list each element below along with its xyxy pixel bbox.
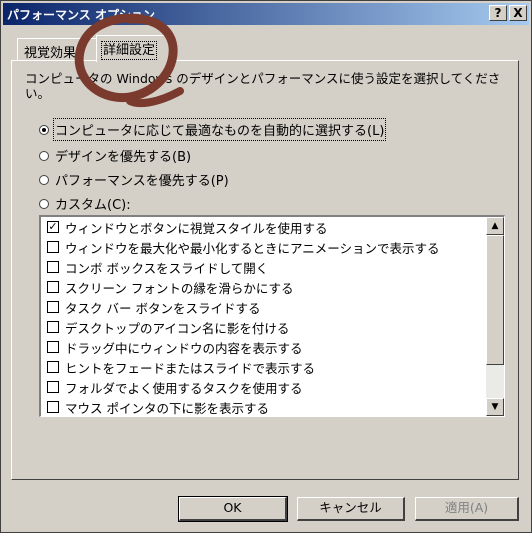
window-title: パフォーマンス オプション [7,7,155,22]
scroll-up-arrow-icon[interactable]: ▲ [486,217,504,235]
list-item[interactable]: ✓ ウィンドウとボタンに視覚スタイルを使用する [41,217,485,237]
apply-button[interactable]: 適用(A) [415,497,519,521]
scroll-down-arrow-icon[interactable]: ▼ [486,398,504,416]
visual-effects-list[interactable]: ✓ ウィンドウとボタンに視覚スタイルを使用する ウィンドウを最大化や最小化するとき… [39,215,505,417]
list-item-label: タスク バー ボタンをスライドする [65,300,261,316]
checkbox-icon[interactable] [47,241,59,253]
cancel-button[interactable]: キャンセル [297,497,405,521]
list-scrollbar[interactable]: ▲ ▼ [486,217,504,416]
ok-button[interactable]: OK [178,496,288,522]
checkbox-icon[interactable] [47,301,59,313]
description-text: コンピュータの Windows のデザインとパフォーマンスに使う設定を選択してく… [25,71,501,101]
tab-advanced-label: 詳細設定 [100,41,158,60]
close-button[interactable]: X [509,5,527,21]
list-item-label: ウィンドウとボタンに視覚スタイルを使用する [65,220,328,236]
radio-appearance-indicator[interactable] [39,150,49,161]
radio-custom-label: カスタム(C): [55,198,131,213]
radio-performance-indicator[interactable] [39,174,49,185]
list-item-label: ヒントをフェードまたはスライドで表示する [65,360,316,376]
title-bar[interactable]: パフォーマンス オプション ? X [3,3,529,25]
scroll-thumb[interactable] [486,235,504,365]
radio-appearance[interactable]: デザインを優先する(B) [39,146,191,165]
list-item[interactable]: マウス ポインタの下に影を表示する [41,397,485,417]
list-item[interactable]: デスクトップのアイコン名に影を付ける [41,317,485,337]
checkbox-icon[interactable] [47,261,59,273]
list-item[interactable]: フォルダでよく使用するタスクを使用する [41,377,485,397]
checkbox-icon[interactable] [47,401,59,413]
list-item-label: スクリーン フォントの縁を滑らかにする [65,280,294,296]
list-item[interactable]: タスク バー ボタンをスライドする [41,297,485,317]
list-item[interactable]: ドラッグ中にウィンドウの内容を表示する [41,337,485,357]
list-item[interactable]: スクリーン フォントの縁を滑らかにする [41,277,485,297]
list-item-label: フォルダでよく使用するタスクを使用する [65,380,303,396]
list-item[interactable]: ヒントをフェードまたはスライドで表示する [41,357,485,377]
radio-custom[interactable]: カスタム(C): [39,194,131,213]
list-item-label: ドラッグ中にウィンドウの内容を表示する [65,340,303,356]
tab-visual-effects-label: 視覚効果 [24,46,77,61]
help-button[interactable]: ? [489,5,507,21]
checkbox-icon[interactable] [47,321,59,333]
radio-performance[interactable]: パフォーマンスを優先する(P) [39,170,229,189]
list-item-label: コンボ ボックスをスライドして開く [65,260,269,276]
list-item[interactable]: コンボ ボックスをスライドして開く [41,257,485,277]
tab-advanced[interactable]: 詳細設定 [96,35,172,62]
tab-visual-effects[interactable]: 視覚効果 [17,38,99,61]
radio-custom-indicator[interactable] [39,198,49,209]
radio-performance-label: パフォーマンスを優先する(P) [55,174,229,189]
radio-auto-label: コンピュータに応じて最適なものを自動的に選択する(L) [52,118,387,141]
checkbox-icon[interactable] [47,381,59,393]
list-item-label: マウス ポインタの下に影を表示する [65,400,269,416]
radio-auto[interactable]: コンピュータに応じて最適なものを自動的に選択する(L) [39,118,387,141]
checkbox-icon[interactable] [47,341,59,353]
performance-options-dialog: パフォーマンス オプション ? X 視覚効果 詳細設定 コンピュータの Wind… [0,0,532,533]
radio-auto-indicator[interactable] [39,124,49,135]
list-item[interactable]: ウィンドウを最大化や最小化するときにアニメーションで表示する [41,237,485,257]
checkbox-checked-icon[interactable]: ✓ [47,221,59,233]
list-item-label: ウィンドウを最大化や最小化するときにアニメーションで表示する [65,240,440,256]
checkbox-icon[interactable] [47,281,59,293]
list-item-label: デスクトップのアイコン名に影を付ける [65,320,290,336]
radio-appearance-label: デザインを優先する(B) [55,150,192,165]
checkbox-icon[interactable] [47,361,59,373]
